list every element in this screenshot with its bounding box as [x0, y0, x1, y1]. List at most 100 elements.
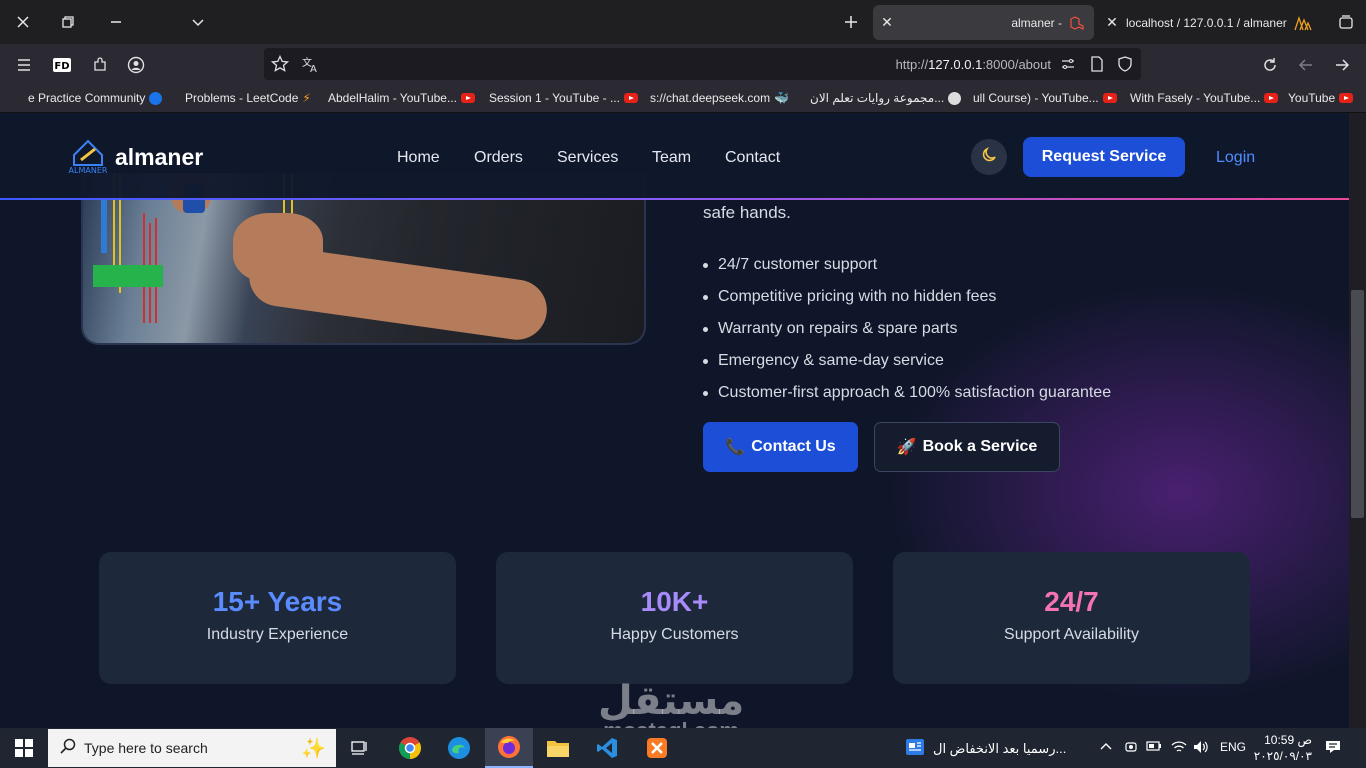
stat-label: Industry Experience [206, 626, 349, 643]
nav-home[interactable]: Home [397, 149, 440, 167]
reader-view-icon[interactable] [1085, 52, 1109, 76]
page-permissions-icon[interactable] [1056, 52, 1080, 76]
forward-icon[interactable] [1330, 53, 1354, 77]
tab-title: localhost / 127.0.0.1 / almaner [1126, 15, 1287, 30]
almaner-logo[interactable]: ALMANER [66, 135, 110, 175]
list-item: Emergency & same-day service [703, 345, 1111, 377]
request-service-button[interactable]: Request Service [1023, 137, 1185, 177]
close-window-icon[interactable] [9, 8, 37, 36]
svg-text:FD: FD [54, 61, 69, 72]
windows-start-icon[interactable] [0, 728, 48, 768]
bookmark-item[interactable]: Session 1 - YouTube - ... [489, 91, 638, 105]
list-item: Customer-first approach & 100% satisfact… [703, 377, 1111, 409]
nav-services[interactable]: Services [557, 149, 618, 167]
notification-center-icon[interactable] [1325, 740, 1341, 757]
news-widget[interactable]: رسميا بعد الانخفاض ال... [905, 738, 1066, 759]
bookmark-item[interactable]: AbdelHalim - YouTube... [328, 91, 475, 105]
login-link[interactable]: Login [1216, 149, 1255, 167]
phone-icon: 📞 [725, 439, 746, 456]
edge-icon[interactable] [435, 728, 483, 768]
news-icon [905, 738, 925, 759]
intro-paragraph-tail: safe hands. [703, 203, 791, 222]
youtube-favicon-icon [1264, 93, 1279, 103]
bookmark-item[interactable]: With Fasely - YouTube... [1130, 91, 1279, 105]
bookmark-item[interactable]: e Practice Community [28, 91, 163, 105]
tracking-shield-icon[interactable] [1113, 52, 1137, 76]
youtube-favicon-icon [623, 93, 638, 103]
new-tab-icon[interactable] [837, 8, 865, 36]
url-text: http://127.0.0.1:8000/about [895, 57, 1051, 72]
volume-icon[interactable] [1193, 740, 1209, 757]
back-icon[interactable] [1294, 53, 1318, 77]
minimize-window-icon[interactable] [102, 8, 130, 36]
youtube-favicon-icon [460, 93, 475, 103]
scrollbar-thumb[interactable] [1351, 290, 1364, 518]
rocket-icon: 🚀 [896, 439, 917, 456]
theme-toggle-button[interactable] [971, 139, 1007, 175]
stat-card-customers: 10K+ Happy Customers [496, 552, 853, 684]
battery-icon[interactable] [1146, 740, 1162, 755]
bookmark-star-icon[interactable] [268, 52, 292, 76]
taskbar-search-input[interactable]: Type here to search ✨ [48, 729, 336, 767]
tab-almaner[interactable]: ✕ almaner - [873, 5, 1094, 40]
leetcode-favicon-icon: ⚡ [302, 91, 311, 105]
reload-icon[interactable] [1258, 53, 1282, 77]
bookmark-item[interactable]: ull Course) - YouTube... [973, 91, 1117, 105]
system-clock[interactable]: 10:59 ص ٢٠٢٥/٠٩/٠٣ [1246, 732, 1312, 764]
fd-extension-icon[interactable]: FD [50, 53, 74, 77]
tab-overview-icon[interactable] [1332, 8, 1360, 36]
file-explorer-icon[interactable] [534, 728, 582, 768]
laravel-favicon-icon [1068, 14, 1086, 32]
menu-icon[interactable] [12, 53, 36, 77]
stat-value: 15+ Years [212, 586, 343, 617]
deepseek-favicon-icon: 🐳 [774, 91, 790, 105]
contact-us-button[interactable]: 📞 Contact Us [703, 422, 858, 472]
stat-label: Happy Customers [610, 626, 739, 643]
bullet-icon [703, 262, 708, 268]
book-service-button[interactable]: 🚀 Book a Service [874, 422, 1060, 472]
moon-icon [980, 146, 998, 169]
bookmark-item[interactable]: مجموعة روايات تعلم الان... [810, 91, 962, 105]
show-hidden-icons-icon[interactable] [1099, 740, 1113, 755]
mostaql-watermark: مستقل mostaql.com [598, 679, 745, 728]
sparkle-icon: ✨ [301, 737, 326, 760]
svg-text:ALMANER: ALMANER [69, 166, 108, 175]
nav-orders[interactable]: Orders [474, 149, 523, 167]
restore-window-icon[interactable] [54, 8, 82, 36]
bullet-icon [703, 326, 708, 332]
browser-tab-strip: ✕ almaner - ✕ localhost / 127.0.0.1 / al… [0, 0, 1366, 44]
chrome-icon[interactable] [386, 728, 434, 768]
brand-name[interactable]: almaner [115, 144, 203, 171]
bookmark-item[interactable]: s://chat.deepseek.com 🐳 [650, 91, 789, 105]
bookmark-item[interactable]: YouTube [1288, 91, 1354, 105]
stat-value: 24/7 [1044, 586, 1099, 617]
list-item: Warranty on repairs & spare parts [703, 313, 1111, 345]
extensions-icon[interactable] [88, 53, 112, 77]
nav-team[interactable]: Team [652, 149, 691, 167]
practice-favicon-icon [149, 91, 163, 105]
tab-phpmyadmin[interactable]: ✕ localhost / 127.0.0.1 / almaner [1098, 5, 1320, 40]
youtube-favicon-icon [1102, 93, 1117, 103]
account-icon[interactable] [124, 53, 148, 77]
close-tab-icon[interactable]: ✕ [1098, 14, 1126, 31]
bookmarks-bar: e Practice Community Problems - LeetCode… [0, 86, 1366, 113]
task-view-icon[interactable] [336, 728, 384, 768]
close-tab-icon[interactable]: ✕ [873, 14, 901, 31]
camera-icon[interactable] [1124, 740, 1138, 757]
language-indicator[interactable]: ENG [1220, 740, 1246, 754]
nav-contact[interactable]: Contact [725, 149, 780, 167]
phpmyadmin-favicon-icon [1294, 14, 1312, 32]
page-viewport: ALMANER almaner Home Orders Services Tea… [0, 113, 1349, 728]
site-favicon-icon [948, 91, 962, 105]
wifi-icon[interactable] [1171, 740, 1187, 757]
vscode-icon[interactable] [583, 728, 631, 768]
xampp-icon[interactable] [633, 728, 681, 768]
bookmark-item[interactable]: Problems - LeetCode ⚡ [185, 91, 311, 105]
search-icon [60, 738, 76, 759]
list-all-tabs-icon[interactable] [184, 8, 212, 36]
tab-title: almaner - [1011, 15, 1062, 30]
bullet-icon [703, 358, 708, 364]
firefox-icon[interactable] [485, 728, 533, 768]
translate-icon[interactable]: 文A [298, 52, 322, 76]
address-bar[interactable]: 文A http://127.0.0.1:8000/about [264, 48, 1141, 80]
